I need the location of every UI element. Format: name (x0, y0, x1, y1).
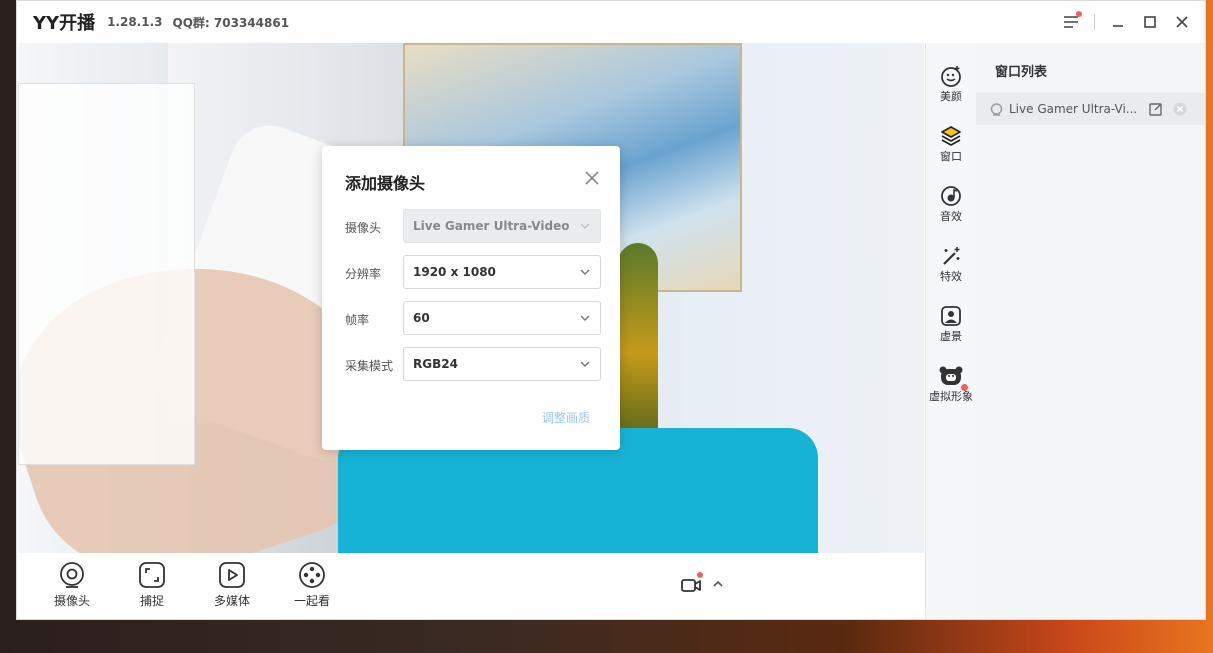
close-button[interactable] (1173, 13, 1191, 31)
maximize-icon (1144, 16, 1156, 28)
sidebar-item-audio[interactable]: 音效 (926, 185, 976, 224)
sidebar-item-beauty[interactable]: 美颜 (926, 65, 976, 104)
sidebar-label-beauty: 美颜 (940, 90, 962, 103)
sidebar-label-window: 窗口 (940, 150, 962, 163)
window-list-panel: 窗口列表 Live Gamer Ultra-Vi... (976, 43, 1205, 619)
capture-mode-field-label: 采集模式 (345, 359, 394, 373)
chevron-down-icon (580, 315, 590, 321)
capture-label: 捕捉 (139, 594, 164, 608)
media-label: 多媒体 (213, 594, 250, 608)
layers-icon (941, 126, 961, 146)
menu-button[interactable] (1062, 11, 1082, 31)
edit-icon[interactable] (1149, 102, 1163, 116)
qq-group: QQ群: 703344861 (172, 15, 290, 30)
title-separator (1094, 14, 1095, 30)
camera-label: 摄像头 (53, 594, 90, 608)
sidebar-item-effects[interactable]: 特效 (926, 245, 976, 284)
camera-select-value: Live Gamer Ultra-Video (413, 219, 570, 233)
beauty-face-icon (941, 66, 961, 87)
framerate-select[interactable]: 60 (403, 301, 601, 335)
avatar-notification-dot (961, 384, 968, 391)
resolution-select[interactable]: 1920 x 1080 (403, 255, 601, 289)
record-expand-button[interactable] (713, 577, 723, 591)
chevron-down-icon (580, 361, 590, 367)
camera-field: 摄像头 Live Gamer Ultra-Video (345, 209, 603, 245)
resolution-field-label: 分辨率 (345, 267, 382, 281)
capture-button[interactable]: 捕捉 (124, 561, 180, 609)
avatar-icon-wrap (938, 365, 968, 391)
framerate-field-label: 帧率 (345, 313, 370, 327)
resolution-select-value: 1920 x 1080 (413, 265, 496, 279)
window-list-item-label: Live Gamer Ultra-Vi... (1009, 102, 1138, 116)
capture-mode-field: 采集模式 RGB24 (345, 347, 603, 383)
sidebar-item-window[interactable]: 窗口 (926, 125, 976, 164)
minimize-button[interactable] (1109, 13, 1127, 31)
record-button[interactable] (681, 572, 703, 595)
window-list-item[interactable]: Live Gamer Ultra-Vi... (976, 93, 1205, 125)
audio-effect-icon (941, 186, 961, 206)
chevron-up-icon (713, 580, 723, 587)
sidebar-label-virtual-bg: 虚景 (940, 330, 962, 343)
camera-icon (58, 561, 86, 589)
magic-wand-icon (943, 247, 960, 265)
framerate-field: 帧率 60 (345, 301, 603, 337)
webcam-source-icon (990, 102, 1003, 116)
media-play-icon (218, 561, 246, 589)
remove-icon[interactable] (1173, 102, 1187, 116)
dialog-close-button[interactable] (584, 170, 600, 186)
camera-field-label: 摄像头 (345, 221, 382, 235)
virtual-background-icon (941, 306, 961, 326)
dialog-title: 添加摄像头 (345, 174, 426, 193)
chevron-down-icon (580, 223, 590, 229)
framerate-select-value: 60 (413, 311, 430, 325)
close-icon (585, 171, 599, 185)
sidebar-item-avatar[interactable]: 虚拟形象 (926, 365, 976, 404)
watch-together-icon (298, 561, 326, 589)
chevron-down-icon (580, 269, 590, 275)
maximize-button[interactable] (1141, 13, 1159, 31)
capture-mode-select-value: RGB24 (413, 357, 458, 371)
capture-mode-select[interactable]: RGB24 (403, 347, 601, 381)
watch-together-button[interactable]: 一起看 (284, 561, 340, 609)
title-bar: YY开播 1.28.1.3 QQ群: 703344861 (17, 1, 1205, 43)
watch-together-label: 一起看 (293, 594, 330, 608)
app-version: 1.28.1.3 (107, 15, 163, 29)
record-notification-dot (697, 572, 703, 578)
add-camera-dialog: 添加摄像头 摄像头 Live Gamer Ultra-Video 分辨率 192… (322, 146, 620, 450)
resolution-field: 分辨率 1920 x 1080 (345, 255, 603, 291)
app-window: YY开播 1.28.1.3 QQ群: 703344861 摄像头 捕捉 多媒体 … (16, 0, 1206, 620)
feature-sidebar: 美颜 窗口 音效 特效 虚景 虚拟形象 (925, 43, 977, 619)
video-record-icon (681, 579, 701, 592)
avatar-bear-icon (939, 366, 963, 385)
capture-icon (138, 561, 166, 589)
menu-notification-dot (1076, 11, 1082, 17)
camera-select: Live Gamer Ultra-Video (403, 209, 601, 243)
sidebar-label-audio: 音效 (940, 210, 962, 223)
sidebar-label-effects: 特效 (940, 270, 962, 283)
adjust-quality-link[interactable]: 调整画质 (542, 409, 590, 426)
media-button[interactable]: 多媒体 (204, 561, 260, 609)
menu-icon (1064, 16, 1078, 28)
bottom-toolbar: 摄像头 捕捉 多媒体 一起看 (18, 553, 924, 619)
preview-glass-box (18, 83, 195, 465)
app-logo: YY开播 (33, 13, 96, 34)
sidebar-item-virtual-bg[interactable]: 虚景 (926, 305, 976, 344)
panel-title: 窗口列表 (995, 65, 1048, 80)
camera-button[interactable]: 摄像头 (44, 561, 100, 609)
minimize-icon (1113, 25, 1123, 27)
close-icon (1176, 16, 1188, 28)
window-controls (1062, 1, 1191, 43)
